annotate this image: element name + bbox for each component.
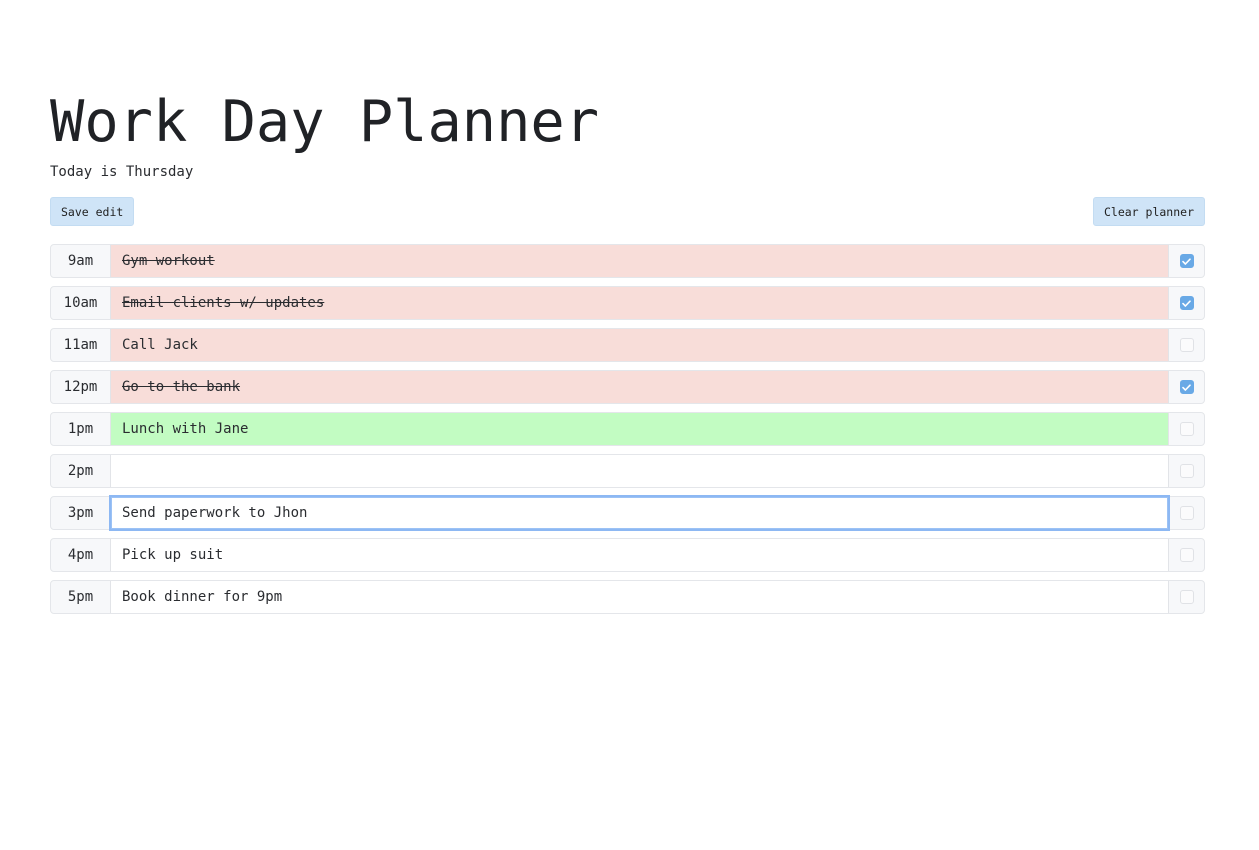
done-checkbox[interactable]: [1179, 506, 1194, 520]
done-checkbox[interactable]: [1179, 380, 1194, 394]
hour-label: 3pm: [51, 497, 111, 529]
done-checkbox-cell: [1168, 245, 1204, 277]
task-input[interactable]: [111, 413, 1168, 445]
check-icon: [1182, 257, 1191, 265]
task-input[interactable]: [111, 539, 1168, 571]
check-icon: [1182, 299, 1191, 307]
done-checkbox-cell: [1168, 497, 1204, 529]
done-checkbox-cell: [1168, 329, 1204, 361]
task-input[interactable]: [111, 455, 1168, 487]
hour-label: 1pm: [51, 413, 111, 445]
task-input[interactable]: [111, 497, 1168, 529]
hour-row: 1pm: [50, 412, 1205, 446]
hour-label: 10am: [51, 287, 111, 319]
task-input[interactable]: [111, 245, 1168, 277]
hour-row: 12pm: [50, 370, 1205, 404]
hour-row: 9am: [50, 244, 1205, 278]
task-input[interactable]: [111, 329, 1168, 361]
toolbar: Save edit Clear planner: [50, 197, 1205, 226]
hour-row: 5pm: [50, 580, 1205, 614]
hour-row: 11am: [50, 328, 1205, 362]
done-checkbox[interactable]: [1179, 548, 1194, 562]
done-checkbox[interactable]: [1179, 422, 1194, 436]
task-input[interactable]: [111, 287, 1168, 319]
hour-label: 12pm: [51, 371, 111, 403]
done-checkbox-cell: [1168, 455, 1204, 487]
current-day-text: Today is Thursday: [50, 164, 194, 180]
done-checkbox[interactable]: [1179, 464, 1194, 478]
check-icon: [1182, 383, 1191, 391]
task-input[interactable]: [111, 581, 1168, 613]
done-checkbox[interactable]: [1179, 590, 1194, 604]
clear-planner-button[interactable]: Clear planner: [1092, 197, 1205, 226]
done-checkbox-cell: [1168, 581, 1204, 613]
done-checkbox-cell: [1168, 287, 1204, 319]
hour-label: 9am: [51, 245, 111, 277]
done-checkbox[interactable]: [1179, 254, 1194, 268]
hour-row: 10am: [50, 286, 1205, 320]
done-checkbox-cell: [1168, 539, 1204, 571]
save-edit-button[interactable]: Save edit: [50, 197, 135, 226]
hour-label: 5pm: [51, 581, 111, 613]
done-checkbox-cell: [1168, 413, 1204, 445]
hour-label: 4pm: [51, 539, 111, 571]
task-input[interactable]: [111, 371, 1168, 403]
hour-rows: 9am 10am: [50, 244, 1205, 614]
done-checkbox-cell: [1168, 371, 1204, 403]
done-checkbox[interactable]: [1179, 338, 1194, 352]
hour-row: 3pm: [50, 496, 1205, 530]
hour-label: 2pm: [51, 455, 111, 487]
hour-row: 4pm: [50, 538, 1205, 572]
done-checkbox[interactable]: [1179, 296, 1194, 310]
planner-container: Work Day Planner Today is Thursday Save …: [50, 86, 1205, 622]
hour-row: 2pm: [50, 454, 1205, 488]
page-title: Work Day Planner: [50, 89, 600, 155]
hour-label: 11am: [51, 329, 111, 361]
